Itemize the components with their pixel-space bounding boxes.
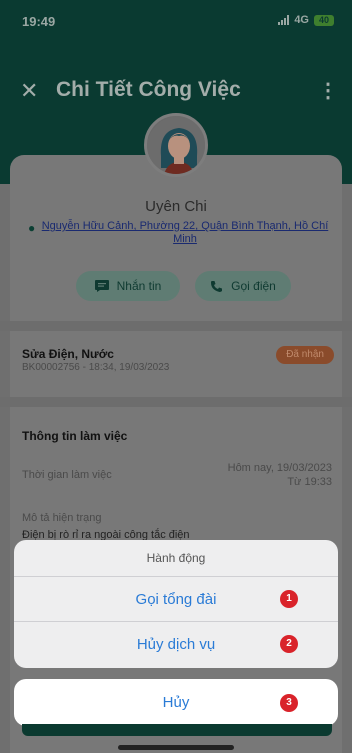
annotation-marker: 2 [280, 635, 298, 653]
message-button-label: Nhắn tin [116, 279, 162, 293]
call-hotline-label: Gọi tổng đài [135, 591, 217, 608]
call-button-label: Gọi điện [231, 279, 276, 293]
work-time-date: Hôm nay, 19/03/2023 [227, 462, 332, 474]
cancel-button-label: Hủy [162, 694, 190, 711]
status-indicators: 4G 40 [278, 14, 334, 26]
close-icon[interactable]: ✕ [20, 78, 38, 104]
battery-icon: 40 [314, 14, 334, 26]
section-divider [0, 397, 352, 407]
cancel-button[interactable]: Hủy 3 [14, 679, 338, 726]
phone-icon [211, 280, 223, 292]
section-divider [0, 321, 352, 331]
annotation-marker: 1 [280, 590, 298, 608]
annotation-marker: 3 [280, 694, 298, 712]
message-button[interactable]: Nhắn tin [76, 271, 180, 301]
work-time-label: Thời gian làm việc [22, 469, 112, 481]
customer-address-link[interactable]: Nguyễn Hữu Cảnh, Phường 22, Quận Bình Th… [30, 220, 340, 246]
call-hotline-option[interactable]: Gọi tổng đài 1 [14, 577, 338, 622]
signal-icon [278, 15, 290, 25]
more-vertical-icon[interactable]: ⋮ [318, 78, 338, 103]
cancel-service-label: Hủy dịch vụ [136, 636, 216, 653]
customer-name: Uyên Chi [145, 198, 207, 215]
action-sheet: Hành động Gọi tổng đài 1 Hủy dịch vụ 2 [14, 540, 338, 668]
job-code: BK00002756 - 18:34, 19/03/2023 [22, 362, 170, 373]
message-icon [94, 280, 109, 292]
work-time-start: Từ 19:33 [287, 476, 332, 488]
status-bar: 19:49 4G 40 [0, 0, 352, 44]
page-title: Chi Tiết Công Việc [56, 78, 241, 101]
job-title: Sửa Điện, Nước [22, 347, 114, 361]
status-time: 19:49 [22, 14, 56, 29]
avatar [144, 113, 208, 177]
work-info-heading: Thông tin làm việc [22, 429, 128, 443]
home-indicator [118, 745, 234, 750]
action-sheet-title: Hành động [14, 540, 338, 577]
work-time-value: Hôm nay, 19/03/2023 Từ 19:33 [228, 461, 332, 489]
cancel-service-option[interactable]: Hủy dịch vụ 2 [14, 622, 338, 667]
primary-action-button-background [22, 724, 332, 736]
status-badge: Đã nhận [276, 346, 334, 364]
call-button[interactable]: Gọi điện [195, 271, 291, 301]
network-type: 4G [294, 14, 309, 26]
description-label: Mô tả hiện trạng [22, 512, 102, 524]
